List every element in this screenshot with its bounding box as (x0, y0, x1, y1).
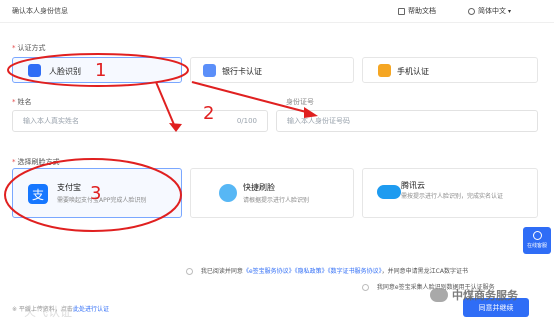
annotation-arrow-1 (155, 81, 176, 128)
annotation-number-3: 3 (90, 183, 102, 204)
annotation-number-1: 1 (95, 60, 107, 81)
annotation-number-2: 2 (203, 103, 215, 124)
annotation-arrowhead-2 (304, 107, 318, 118)
annotation-arrowhead-1 (169, 123, 182, 132)
annotation-overlay (4, 53, 318, 232)
